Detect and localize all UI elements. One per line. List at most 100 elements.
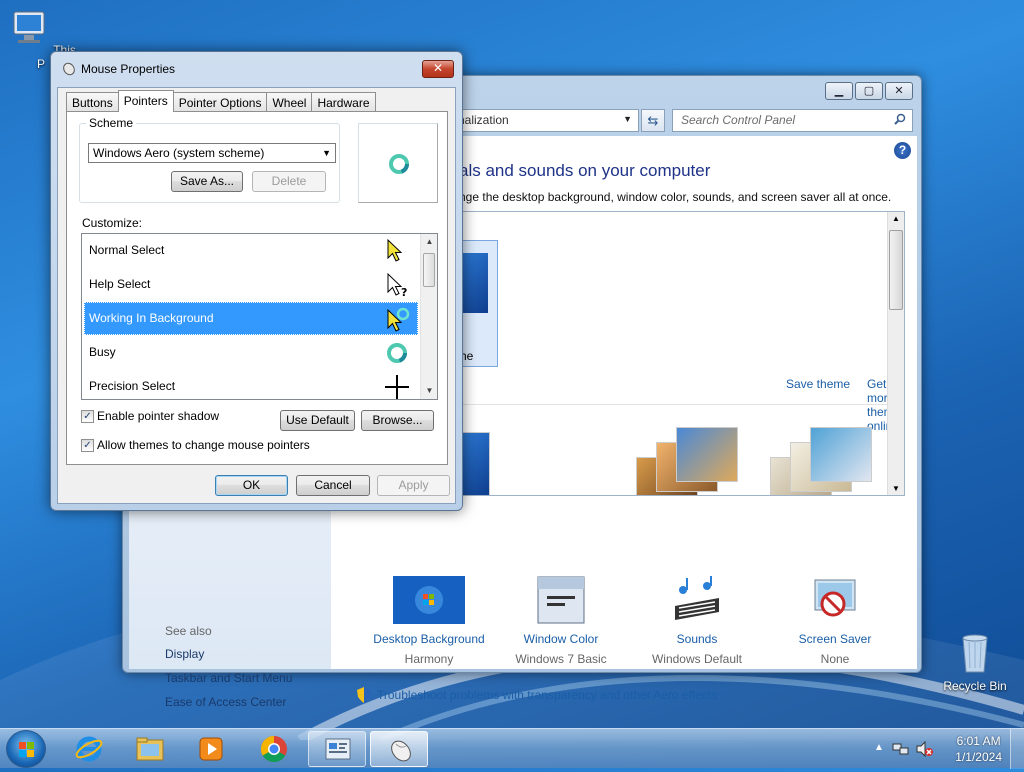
window-color-label[interactable]: Window Color [491,632,631,646]
theme-thumbnail-architecture-3 [676,427,738,482]
mouse-icon [63,62,75,76]
pointer-row-working-in-background[interactable]: Working In Background [84,302,418,335]
customize-label: Customize: [82,216,143,230]
see-also-display-link[interactable]: Display [165,647,292,661]
volume-muted-icon[interactable] [916,741,934,757]
taskbar-file-explorer[interactable] [121,731,179,767]
internet-explorer-icon [75,736,103,762]
window-color-item[interactable]: Window Color Windows 7 Basic [491,576,631,666]
scroll-up-icon[interactable]: ▲ [421,234,437,250]
recycle-bin-desktop-icon[interactable]: Recycle Bin [940,630,1010,693]
scroll-up-icon[interactable]: ▲ [892,214,900,223]
save-theme-link[interactable]: Save theme [786,377,850,391]
divider [460,404,888,405]
tab-pointer-options[interactable]: Pointer Options [172,92,268,112]
busy-cursor-icon [387,343,407,363]
scheme-value: Windows Aero (system scheme) [93,146,265,160]
desktop-background-icon [393,576,465,624]
taskbar-control-panel[interactable] [308,731,366,767]
pointer-row-help-select[interactable]: Help Select ? [84,268,418,301]
theme-preview [460,253,488,313]
ok-button[interactable]: OK [215,475,288,496]
troubleshoot-link[interactable]: Troubleshoot problems with transparency … [357,687,717,703]
tab-hardware[interactable]: Hardware [311,92,376,112]
pointer-row-precision-select[interactable]: Precision Select [84,370,418,399]
pointer-list-scrollbar[interactable]: ▲ ▼ [420,234,437,399]
minimize-button[interactable]: ▁ [825,82,853,100]
chevron-down-icon[interactable]: ▼ [322,148,331,158]
see-also-ease-of-access-link[interactable]: Ease of Access Center [165,695,292,709]
scheme-label: Scheme [86,116,137,130]
desktop-background-label[interactable]: Desktop Background [359,632,499,646]
cancel-button[interactable]: Cancel [296,475,370,496]
taskbar-media-player[interactable] [182,731,240,767]
scroll-down-icon[interactable]: ▼ [892,484,900,493]
arrow-cursor-icon [387,238,403,262]
desktop-background-item[interactable]: Desktop Background Harmony [359,576,499,666]
theme-list[interactable]: he Save theme Get more themes online ▲ ▼ [459,211,905,496]
pointer-name: Working In Background [89,311,214,325]
use-default-button[interactable]: Use Default [280,410,355,431]
clock[interactable]: 6:01 AM 1/1/2024 [955,733,1002,765]
window-color-icon [537,576,585,624]
refresh-button[interactable]: ⇆ [641,109,665,132]
taskbar-chrome[interactable] [245,731,303,767]
pointer-row-busy[interactable]: Busy [84,336,418,369]
start-button[interactable] [6,730,46,768]
computer-icon [13,11,45,43]
page-subtitle: nge the desktop background, window color… [459,190,892,204]
theme-list-scrollbar[interactable]: ▲ ▼ [887,212,904,495]
close-button[interactable]: ✕ [885,82,913,100]
scroll-down-icon[interactable]: ▼ [421,383,437,399]
address-bar[interactable]: nalization ▼ [449,109,639,132]
apply-button[interactable]: Apply [377,475,450,496]
maximize-button[interactable]: ▢ [855,82,883,100]
theme-thumbnail-windows[interactable] [460,432,490,495]
help-icon[interactable]: ? [894,142,911,159]
pointer-name: Normal Select [89,243,165,257]
checkbox-checked-icon[interactable]: ✓ [81,438,94,452]
taskbar-internet-explorer[interactable] [60,731,118,767]
selected-theme-tile[interactable]: he [460,240,498,367]
screen-saver-label[interactable]: Screen Saver [765,632,905,646]
scheme-dropdown[interactable]: Windows Aero (system scheme) ▼ [88,143,336,163]
see-also-section: See also Display Taskbar and Start Menu … [165,624,292,719]
enable-pointer-shadow-checkbox[interactable]: ✓ Enable pointer shadow [81,409,219,423]
chevron-down-icon[interactable]: ▼ [623,114,632,124]
working-cursor-icon [387,307,410,332]
tab-wheel[interactable]: Wheel [266,92,313,112]
media-player-icon [199,737,223,761]
screen-saver-value: None [820,652,850,666]
tab-pointers[interactable]: Pointers [117,90,174,112]
dialog-title: Mouse Properties [81,62,176,76]
windows-logo-icon [19,742,34,757]
show-desktop-button[interactable] [1010,729,1024,769]
refresh-icon: ⇆ [647,113,659,128]
taskbar: ▲ 6:01 AM 1/1/2024 [0,728,1024,769]
tab-buttons[interactable]: Buttons [66,92,119,112]
browse-button[interactable]: Browse... [361,410,434,431]
checkbox-checked-icon[interactable]: ✓ [81,409,94,423]
pointer-row-normal-select[interactable]: Normal Select [84,234,418,267]
clock-date: 1/1/2024 [955,750,1002,764]
sounds-label[interactable]: Sounds [627,632,767,646]
search-input[interactable]: Search Control Panel [672,109,913,132]
scroll-thumb[interactable] [889,230,903,310]
screen-saver-item[interactable]: Screen Saver None [765,576,905,666]
shield-icon [357,687,371,703]
save-as-button[interactable]: Save As... [171,171,243,192]
see-also-taskbar-link[interactable]: Taskbar and Start Menu [165,671,292,685]
scroll-thumb[interactable] [423,253,435,287]
search-placeholder: Search Control Panel [681,113,796,127]
dialog-close-button[interactable]: ✕ [422,60,454,78]
sounds-item[interactable]: Sounds Windows Default [627,576,767,666]
delete-button[interactable]: Delete [252,171,326,192]
taskbar-mouse-properties[interactable] [370,731,428,767]
mouse-properties-icon [391,740,411,762]
troubleshoot-text[interactable]: Troubleshoot problems with transparency … [377,688,717,702]
show-hidden-icons-icon[interactable]: ▲ [874,742,884,753]
allow-themes-checkbox[interactable]: ✓ Allow themes to change mouse pointers [81,438,310,452]
search-icon[interactable] [894,113,906,125]
network-icon[interactable] [892,741,910,757]
pointer-list[interactable]: Normal Select Help Select ? Working In B… [81,233,438,400]
